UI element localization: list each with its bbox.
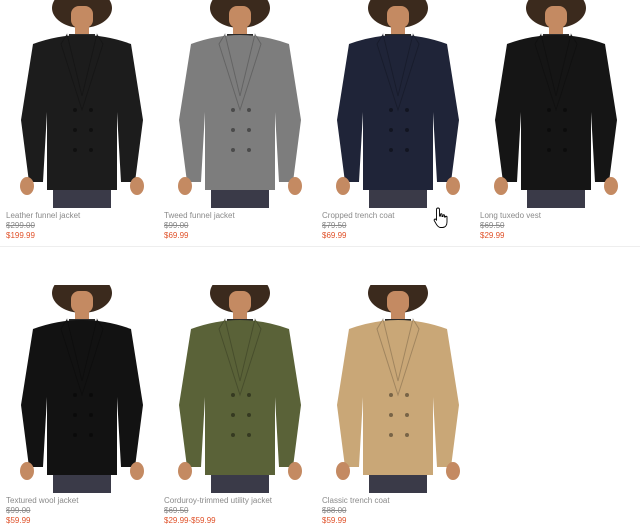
product-name-link[interactable]: Textured wool jacket: [6, 496, 160, 506]
product-photo[interactable]: [161, 285, 319, 493]
sale-price: $59.99: [6, 516, 31, 525]
utility-jacket-photo-icon: [178, 285, 302, 493]
product-info: Leather funnel jacket $299.00 $199.99: [6, 211, 160, 241]
wool-jacket-photo-icon: [20, 285, 144, 493]
product-info: Long tuxedo vest $69.50 $29.99: [480, 211, 634, 241]
hand-cursor-icon: [433, 207, 448, 228]
product-photo[interactable]: [161, 0, 319, 208]
original-price: $299.00: [6, 221, 35, 230]
product-name-link[interactable]: Tweed funnel jacket: [164, 211, 318, 221]
product-photo[interactable]: [477, 0, 635, 208]
product-name-link[interactable]: Cropped trench coat: [322, 211, 476, 221]
sale-price: $69.99: [322, 231, 347, 240]
original-price: $69.50: [164, 506, 189, 515]
leather-jacket-photo-icon: [20, 0, 144, 208]
product-photo[interactable]: [319, 285, 477, 493]
original-price: $88.00: [322, 506, 347, 515]
sale-price: $69.99: [164, 231, 189, 240]
product-name-link[interactable]: Classic trench coat: [322, 496, 476, 506]
sale-price: $199.99: [6, 231, 35, 240]
classic-trench-photo-icon: [336, 285, 460, 493]
product-info: Classic trench coat $88.00 $59.99: [322, 496, 476, 526]
original-price: $99.00: [164, 221, 189, 230]
original-price: $99.00: [6, 506, 31, 515]
product-photo[interactable]: [3, 285, 161, 493]
product-photo[interactable]: [3, 0, 161, 208]
product-info: Corduroy-trimmed utility jacket $69.50 $…: [164, 496, 318, 526]
tuxedo-vest-photo-icon: [494, 0, 618, 208]
product-info: Textured wool jacket $99.00 $59.99: [6, 496, 160, 526]
product-grid: Leather funnel jacket $299.00 $199.99 Tw…: [0, 0, 640, 531]
sale-price: $29.99-$59.99: [164, 516, 216, 525]
product-info: Cropped trench coat $79.50 $69.99: [322, 211, 476, 241]
tweed-jacket-photo-icon: [178, 0, 302, 208]
original-price: $69.50: [480, 221, 505, 230]
product-name-link[interactable]: Long tuxedo vest: [480, 211, 634, 221]
cropped-trench-photo-icon: [336, 0, 460, 208]
sale-price: $29.99: [480, 231, 505, 240]
product-info: Tweed funnel jacket $99.00 $69.99: [164, 211, 318, 241]
original-price: $79.50: [322, 221, 347, 230]
product-name-link[interactable]: Leather funnel jacket: [6, 211, 160, 221]
product-photo[interactable]: [319, 0, 477, 208]
row-divider: [0, 246, 640, 247]
sale-price: $59.99: [322, 516, 347, 525]
product-name-link[interactable]: Corduroy-trimmed utility jacket: [164, 496, 318, 506]
